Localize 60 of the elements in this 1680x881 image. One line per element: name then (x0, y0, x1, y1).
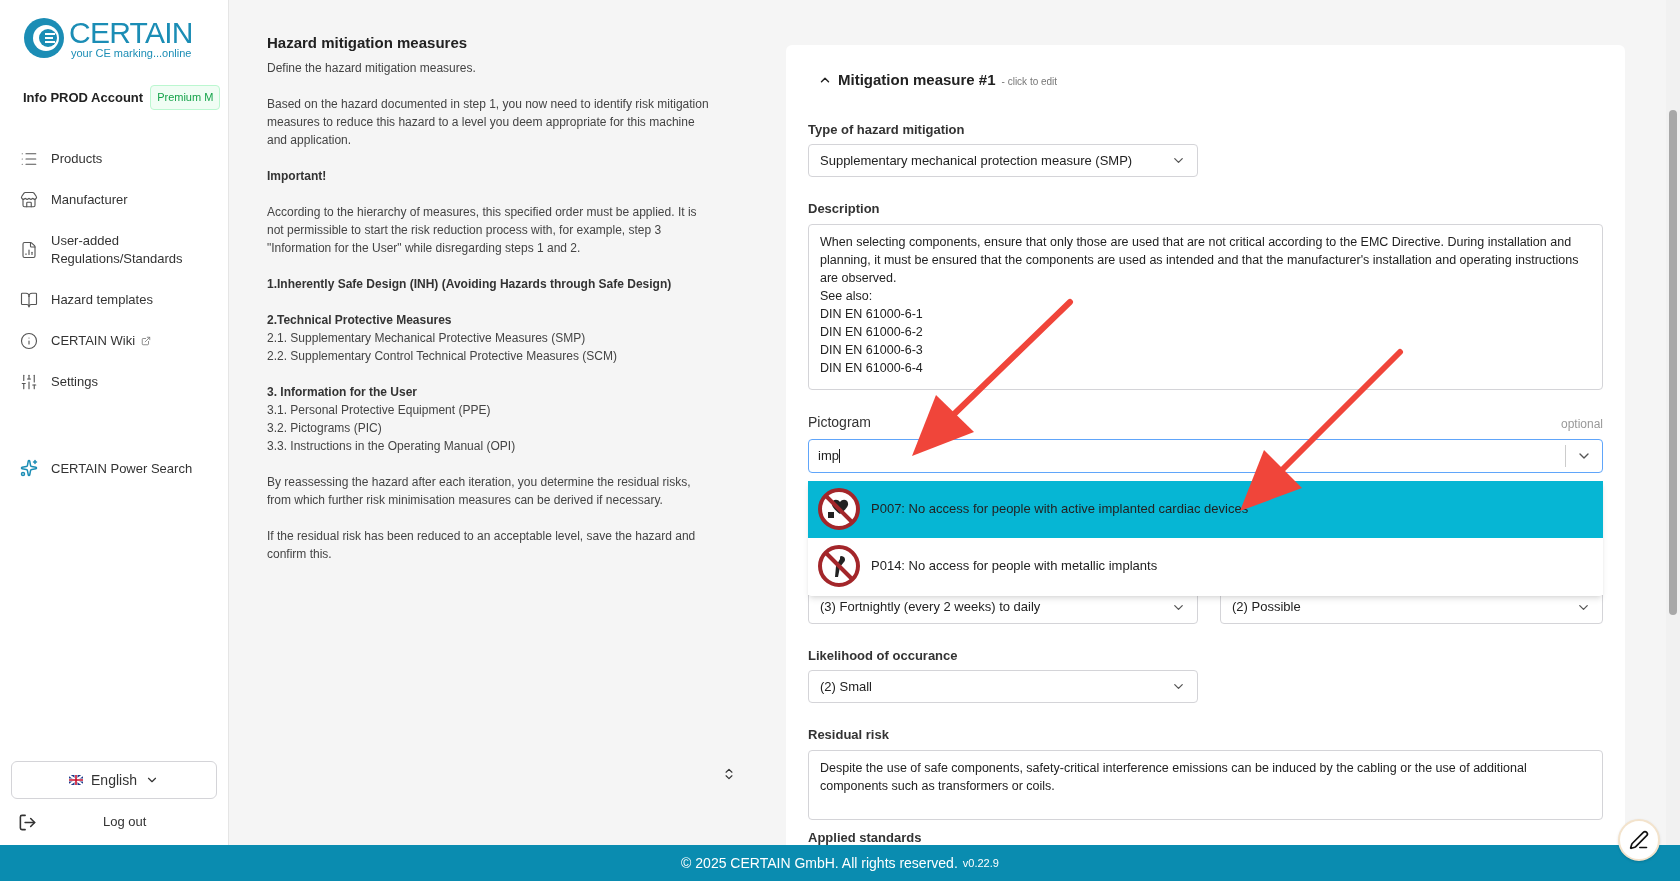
info-icon (20, 331, 38, 350)
sliders-icon (20, 372, 38, 391)
measure-title: Mitigation measure #1 (838, 70, 996, 90)
account-name: Info PROD Account (23, 88, 144, 107)
nav-item[interactable]: User-added Regulations/Standards (20, 221, 208, 278)
edit-hint: - click to edit (1001, 75, 1058, 89)
no-heart-device-icon (818, 488, 860, 530)
field-label: Description (808, 200, 881, 218)
measure-header[interactable]: Mitigation measure #1 - click to edit (818, 69, 1603, 92)
logo-wordmark: CERTAIN (69, 17, 193, 48)
field-label: Applied standards (808, 828, 923, 845)
document-chart-icon (20, 240, 38, 259)
nav-item[interactable]: Hazard templates (20, 280, 208, 319)
likelihood-select[interactable]: (2) Small (808, 670, 1198, 703)
field-label: Residual risk (808, 726, 890, 744)
guide-list-item: 2.1. Supplementary Mechanical Protective Measures (SMP) (267, 329, 587, 347)
guide-list-item: 3.2. Pictograms (PIC) (267, 419, 383, 437)
guide-list-item: 3.3. Instructions in the Operating Manual (OPI) (267, 437, 517, 455)
mitigation-type-select[interactable]: Supplementary mechanical protection measure (SMP) (808, 144, 1198, 177)
external-link-icon (141, 336, 152, 347)
residual-risk-field[interactable]: Despite the use of safe components, safety-critical interference emissions can be induced by the cabling or the use of additional components such as transformers or coils. (808, 749, 1603, 820)
sparkles-icon (20, 459, 38, 478)
guide-heading: 3. Information for the User (267, 383, 419, 401)
nav-item[interactable]: Products (20, 139, 208, 178)
logo-tagline: your CE marking...online (71, 47, 193, 59)
field-label: Pictogram (808, 412, 872, 432)
section-title: Hazard mitigation measures (267, 33, 469, 53)
pen-icon (1629, 830, 1649, 850)
logout-icon (18, 812, 37, 832)
guide-heading: 1.Inherently Safe Design (INH) (Avoiding Hazards through Safe Design) (267, 275, 673, 293)
guide-list-item: 3.1. Personal Protective Equipment (PPE) (267, 401, 492, 419)
guide-paragraph: If the residual risk has been reduced to an acceptable level, save the hazard and confirm this. (267, 527, 697, 563)
description-field[interactable]: When selecting components, ensure that only those are used that are not critical according to the EMC Directive. During installation and planning, it must be ensured that the components are used as intended and that the manufacturer's installation and operating instructions are observed. See also: DIN EN 61000-6-1 DIN EN 61000-6-2 DIN EN 61000-6-3 DIN EN 61000-6-4 (808, 223, 1603, 390)
version-text: v0.22.9 (962, 855, 999, 871)
nav-item[interactable]: Manufacturer (20, 180, 208, 219)
field-label: Likelihood of occurance (808, 646, 959, 665)
guide-paragraph: Based on the hazard documented in step 1, you now need to identify risk mitigation measures to reduce this hazard to a level you deem appropriate for this machine and application. (267, 95, 710, 149)
guide-paragraph: According to the hierarchy of measures, this specified order must be applied. It is not permissible to start the risk reduction process with, for example, step 3 "Information for the User" while disregarding steps 1 and 2. (267, 203, 698, 257)
scrollbar[interactable] (1666, 0, 1680, 845)
storefront-icon (20, 190, 38, 209)
optional-hint: optional (1560, 415, 1603, 433)
guide-list-item: 2.2. Supplementary Control Technical Protective Measures (SCM) (267, 347, 618, 365)
dropdown-option[interactable]: P014: No access for people with metallic implants (808, 537, 1603, 595)
pictogram-combobox[interactable]: imp (808, 438, 1603, 473)
no-implant-icon (818, 545, 860, 587)
logout-button[interactable]: Log out (103, 812, 147, 832)
guide-heading: Important! (267, 167, 328, 185)
nav-item[interactable]: Settings (20, 362, 208, 401)
plan-badge: Premium M (150, 85, 221, 110)
flag-icon (69, 775, 84, 785)
nav-item[interactable]: CERTAIN Wiki (20, 321, 208, 360)
guide-heading: 2.Technical Protective Measures (267, 311, 453, 329)
logo-icon (22, 16, 66, 60)
guide-paragraph: By reassessing the hazard after each iteration, you determine the residual risks, from which further risk minimisation measures can be derived if necessary. (267, 473, 692, 509)
book-icon (20, 290, 38, 309)
power-search-link[interactable]: CERTAIN Power Search (20, 458, 208, 478)
section-subtitle: Define the hazard mitigation measures. (267, 59, 477, 77)
copyright-text: © 2025 CERTAIN GmbH. All rights reserved. (681, 853, 958, 873)
field-label: Type of hazard mitigation (808, 120, 966, 139)
language-select[interactable]: English (11, 761, 217, 799)
